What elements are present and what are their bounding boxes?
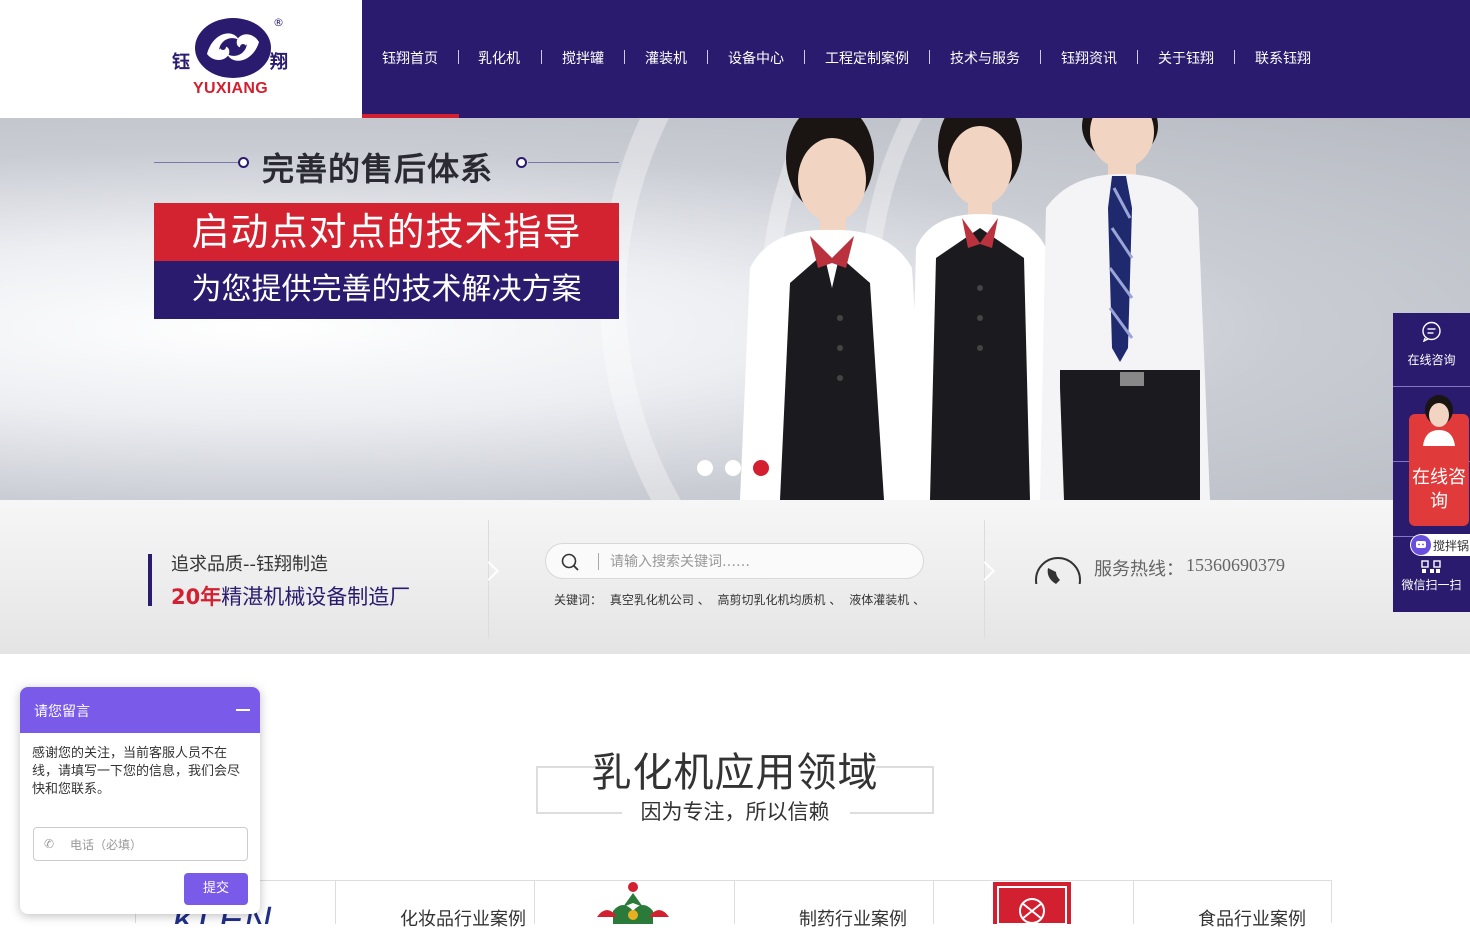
chevron-right-icon [479, 561, 499, 581]
banner-subtitle: 完善的售后体系 [262, 150, 494, 188]
main-nav: 钰翔首页 乳化机 搅拌罐 灌装机 设备中心 工程定制案例 技术与服务 钰翔资讯 … [362, 0, 1470, 118]
keyword-link[interactable]: 高剪切乳化机均质机 [718, 593, 826, 607]
slogan-line-2-text: 精湛机械设备制造厂 [221, 585, 411, 609]
nav-item-mixing-tank[interactable]: 搅拌罐 [562, 48, 604, 70]
slide-dot-2[interactable] [725, 460, 741, 476]
case-categories: KLEN 化妆品行业案例 制药行业案例 食品行业案例 [135, 880, 1332, 930]
qr-code-icon [1421, 560, 1441, 573]
phone-field[interactable] [68, 834, 238, 856]
message-widget-header[interactable]: 请您留言 [20, 687, 260, 733]
staff-man-right [1040, 118, 1210, 500]
search-input[interactable] [608, 549, 908, 575]
nav-item-equipment-center[interactable]: 设备中心 [728, 48, 784, 70]
hot-keywords: 关键词： 真空乳化机公司 、 高剪切乳化机均质机 、 液体灌装机 、 … [554, 591, 926, 608]
nav-item-custom-cases[interactable]: 工程定制案例 [825, 48, 909, 70]
hero-banner: 完善的售后体系 启动点对点的技术指导 为您提供完善的技术解决方案 [0, 118, 1470, 500]
chevron-right-icon [975, 561, 995, 581]
logo-text-right: 翔 [270, 52, 288, 73]
phone-field-wrapper: ✆ [33, 827, 248, 861]
lotus-logo-icon [597, 882, 669, 924]
logo-text-left: 钰 [172, 52, 190, 73]
minimize-icon[interactable] [236, 709, 250, 711]
nav-item-filling-machine[interactable]: 灌装机 [645, 48, 687, 70]
case-label: 食品行业案例 [1198, 909, 1306, 930]
case-label: 制药行业案例 [799, 909, 907, 930]
nav-item-contact[interactable]: 联系钰翔 [1255, 48, 1311, 70]
slogan-line-2: 20年精湛机械设备制造厂 [171, 581, 410, 611]
phone-icon [1035, 557, 1081, 584]
search-separator [598, 553, 599, 570]
case-logo-cell[interactable] [933, 881, 1133, 924]
case-item-pharma[interactable]: 制药行业案例 [734, 881, 933, 930]
chat-icon [1411, 535, 1431, 555]
case-logo-cell[interactable] [534, 881, 734, 924]
slogan-line-1: 追求品质--钰翔制造 [171, 554, 328, 575]
site-header: 钰 翔 ® YUXIANG 钰翔首页 乳化机 搅拌罐 灌装机 设备中心 工程定制… [0, 0, 1470, 118]
banner-headline: 启动点对点的技术指导 [154, 203, 619, 261]
staff-woman-center [910, 118, 1054, 500]
nav-item-news[interactable]: 钰翔资讯 [1061, 48, 1117, 70]
section-title: 乳化机应用领域 [591, 750, 879, 796]
slide-dot-1[interactable] [697, 460, 713, 476]
nav-item-about[interactable]: 关于钰翔 [1158, 48, 1214, 70]
registered-mark: ® [273, 16, 284, 29]
keywords-label: 关键词： [554, 593, 603, 607]
banner-dot-ornament [238, 157, 249, 168]
logo-mark-icon [195, 18, 271, 78]
section-subtitle: 因为专注，所以信赖 [640, 800, 830, 824]
keyword-link[interactable]: 真空乳化机公司 [610, 593, 694, 607]
leave-message-widget: 请您留言 感谢您的关注，当前客服人员不在线，请填写一下您的信息，我们会尽快和您联… [20, 687, 260, 914]
keyword-separator: 、 [697, 593, 710, 607]
banner-rule-left [154, 162, 238, 163]
online-consult-label: 在线咨询 [1407, 353, 1456, 367]
nav-separator [929, 50, 930, 64]
banner-rule-right [528, 162, 619, 163]
logo[interactable]: 钰 翔 ® YUXIANG [0, 0, 362, 118]
nav-separator [1234, 50, 1235, 64]
nav-separator [541, 50, 542, 64]
case-item-food[interactable]: 食品行业案例 [1133, 881, 1332, 930]
wechat-scan-label: 微信扫一扫 [1401, 578, 1462, 592]
message-widget-title: 请您留言 [34, 704, 90, 720]
logo-text-en: YUXIANG [193, 80, 268, 97]
nav-separator [804, 50, 805, 64]
red-badge-logo-icon [993, 882, 1071, 924]
online-consult-button[interactable]: 在线咨询 [1393, 313, 1470, 387]
slide-dot-3[interactable] [753, 460, 769, 476]
phone-icon: ✆ [44, 837, 55, 851]
agent-avatar-icon [1423, 395, 1455, 446]
nav-separator [1040, 50, 1041, 64]
search-icon[interactable] [560, 552, 580, 572]
customer-service-staff-image [740, 118, 1210, 500]
case-label: 化妆品行业案例 [400, 909, 526, 930]
slogan-accent-bar [148, 554, 152, 606]
nav-item-emulsifier[interactable]: 乳化机 [478, 48, 520, 70]
banner-dot-ornament [516, 157, 527, 168]
nav-separator [707, 50, 708, 64]
hotline-number[interactable]: 15360690379 [1186, 555, 1285, 576]
nav-item-tech-service[interactable]: 技术与服务 [950, 48, 1020, 70]
case-item-cosmetics[interactable]: 化妆品行业案例 [335, 881, 534, 930]
hotline-label: 服务热线： [1094, 559, 1184, 580]
nav-separator [1137, 50, 1138, 64]
consult-card-text[interactable]: 在线咨询 [1409, 466, 1469, 514]
info-bar: 追求品质--钰翔制造 20年精湛机械设备制造厂 关键词： 真空乳化机公司 、 高… [0, 500, 1470, 654]
search-box [545, 543, 924, 579]
nav-separator [624, 50, 625, 64]
keyword-link[interactable]: 液体灌装机 [849, 593, 909, 607]
message-widget-text: 感谢您的关注，当前客服人员不在线，请填写一下您的信息，我们会尽快和您联系。 [32, 746, 241, 797]
stir-tag-label: 搅拌锅 [1433, 539, 1470, 553]
slogan-years: 20年 [171, 585, 222, 609]
nav-item-home[interactable]: 钰翔首页 [382, 48, 438, 70]
keyword-separator: 、 [913, 593, 926, 607]
chat-bubble-icon [1422, 321, 1441, 342]
keyword-separator: 、 [829, 593, 842, 607]
banner-tagline: 为您提供完善的技术解决方案 [154, 261, 619, 319]
staff-woman-left [740, 118, 926, 500]
submit-button[interactable]: 提交 [184, 873, 248, 905]
nav-separator [458, 50, 459, 64]
